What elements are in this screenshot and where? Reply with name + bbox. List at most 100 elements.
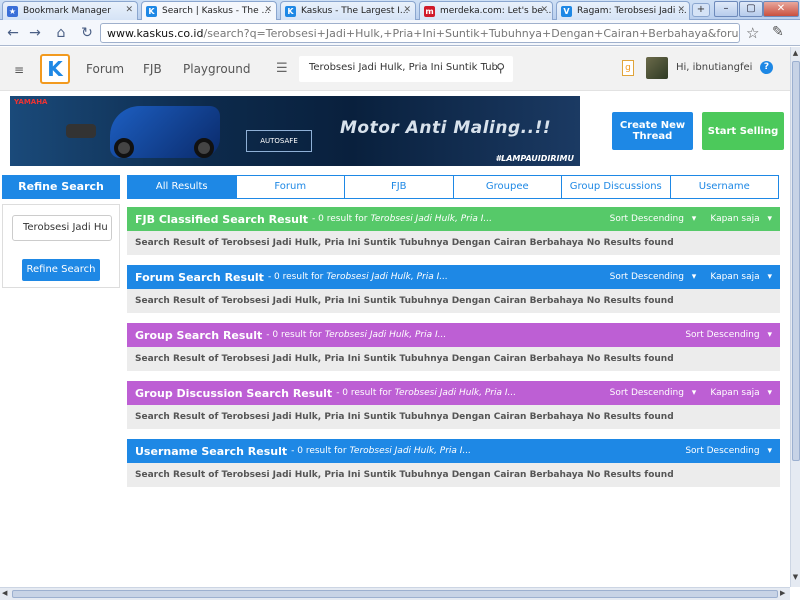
vivanews-icon: V (561, 6, 572, 17)
tab-all-results[interactable]: All Results (128, 176, 237, 198)
site-search-input[interactable]: Terobsesi Jadi Hulk, Pria Ini Suntik Tub… (299, 56, 513, 82)
tab-title: merdeka.com: Let's be ... (440, 6, 553, 16)
browser-tab-merdeka[interactable]: m merdeka.com: Let's be ... ✕ (419, 1, 553, 20)
tab-group-discussions[interactable]: Group Discussions (562, 176, 671, 198)
scroll-down-icon[interactable]: ▼ (791, 573, 800, 583)
minimize-button[interactable]: – (714, 1, 738, 17)
banner-hashtag: #LAMPAUIDIRIMU (495, 154, 574, 163)
close-tab-icon[interactable]: ✕ (403, 5, 411, 15)
close-window-button[interactable]: ✕ (763, 1, 799, 17)
close-tab-icon[interactable]: ✕ (125, 5, 133, 15)
scroll-thumb[interactable] (792, 61, 800, 461)
browser-tab-bookmark-manager[interactable]: ★ Bookmark Manager ✕ (2, 1, 138, 20)
home-button[interactable]: ⌂ (52, 24, 70, 42)
time-dropdown[interactable]: Kapan saja (710, 214, 772, 224)
tab-fjb[interactable]: FJB (345, 176, 454, 198)
group-results-section: Group Search Result - 0 result for Terob… (127, 323, 780, 371)
notification-icon[interactable]: g (622, 60, 634, 76)
result-query: Terobsesi Jadi Hulk, Pria I... (394, 388, 517, 398)
help-icon[interactable]: ? (760, 61, 773, 74)
close-tab-icon[interactable]: ✕ (540, 5, 548, 15)
forum-results-section: Forum Search Result - 0 result for Terob… (127, 265, 780, 313)
tab-forum[interactable]: Forum (236, 176, 345, 198)
section-message: Search Result of Terobsesi Jadi Hulk, Pr… (127, 463, 780, 487)
site-header: ≡ K Forum FJB Playground ☰ Terobsesi Jad… (0, 47, 790, 91)
result-query: Terobsesi Jadi Hulk, Pria I... (324, 330, 447, 340)
scooter-wheel (114, 138, 134, 158)
scroll-up-icon[interactable]: ▲ (791, 49, 800, 59)
section-header: FJB Classified Search Result - 0 result … (127, 207, 780, 231)
nav-playground[interactable]: Playground (183, 62, 250, 76)
refine-search-panel: Terobsesi Jadi Hu Refine Search (2, 204, 120, 288)
sort-dropdown[interactable]: Sort Descending (685, 330, 772, 340)
url-host: www.kaskus.co.id (107, 27, 204, 40)
start-selling-button[interactable]: Start Selling (702, 112, 784, 150)
back-button[interactable]: ← (4, 24, 22, 42)
section-title: FJB Classified Search Result (135, 212, 309, 226)
tab-title: Kaskus - The Largest I... (301, 6, 409, 16)
search-icon[interactable]: ⚲ (496, 61, 505, 75)
new-tab-button[interactable]: + (692, 3, 710, 17)
result-count: - 0 result for (336, 388, 392, 398)
result-count: - 0 result for (266, 330, 322, 340)
sort-dropdown[interactable]: Sort Descending (610, 214, 697, 224)
browser-toolbar: ← → ⌂ ↻ www.kaskus.co.id/search?q=Terobs… (0, 20, 800, 46)
result-query: Terobsesi Jadi Hulk, Pria I... (349, 446, 472, 456)
vertical-scrollbar[interactable]: ▲ ▼ (790, 47, 800, 587)
tab-username[interactable]: Username (670, 176, 778, 198)
menu-icon[interactable]: ≡ (14, 63, 24, 77)
section-message: Search Result of Terobsesi Jadi Hulk, Pr… (127, 347, 780, 371)
search-value: Terobsesi Jadi Hulk, Pria Ini Suntik Tub (309, 62, 498, 73)
browser-tab-kaskus-largest[interactable]: K Kaskus - The Largest I... ✕ (280, 1, 416, 20)
close-tab-icon[interactable]: ✕ (264, 5, 272, 15)
address-bar[interactable]: www.kaskus.co.id/search?q=Terobsesi+Jadi… (100, 23, 740, 43)
wrench-menu-icon[interactable]: ✎ (772, 24, 784, 40)
kaskus-logo[interactable]: K (40, 54, 70, 84)
create-new-thread-button[interactable]: Create New Thread (612, 112, 693, 150)
horizontal-scrollbar[interactable]: ◀ ▶ (0, 587, 790, 600)
avatar[interactable] (646, 57, 668, 79)
maximize-button[interactable]: ▢ (739, 1, 763, 17)
refine-search-title: Refine Search (2, 175, 120, 199)
kaskus-icon: K (146, 6, 157, 17)
banner-slogan: Motor Anti Maling..!! (340, 118, 552, 138)
user-greeting[interactable]: Hi, ibnutiangfei (676, 62, 752, 73)
sort-dropdown[interactable]: Sort Descending (610, 272, 697, 282)
browser-tab-ragam[interactable]: V Ragam: Terobsesi Jadi ... ✕ (556, 1, 690, 20)
refine-search-button[interactable]: Refine Search (22, 259, 100, 281)
section-message: Search Result of Terobsesi Jadi Hulk, Pr… (127, 289, 780, 313)
result-count: - 0 result for (312, 214, 368, 224)
time-dropdown[interactable]: Kapan saja (710, 272, 772, 282)
scroll-thumb[interactable] (12, 590, 778, 598)
section-header: Group Search Result - 0 result for Terob… (127, 323, 780, 347)
reload-button[interactable]: ↻ (78, 24, 96, 42)
section-message: Search Result of Terobsesi Jadi Hulk, Pr… (127, 231, 780, 255)
result-count: - 0 result for (291, 446, 347, 456)
bookmark-star-icon[interactable]: ☆ (746, 24, 759, 42)
scroll-right-icon[interactable]: ▶ (780, 589, 785, 597)
tab-groupee[interactable]: Groupee (453, 176, 562, 198)
result-count: - 0 result for (267, 272, 324, 282)
ad-banner[interactable]: YAMAHA AUTOSAFE Motor Anti Maling..!! #L… (10, 96, 580, 166)
section-header: Forum Search Result - 0 result for Terob… (127, 265, 780, 289)
remote-key-image (66, 124, 96, 138)
section-header: Group Discussion Search Result - 0 resul… (127, 381, 780, 405)
forward-button[interactable]: → (26, 24, 44, 42)
result-query: Terobsesi Jadi Hulk, Pria I... (370, 214, 492, 224)
sort-dropdown[interactable]: Sort Descending (685, 446, 772, 456)
close-tab-icon[interactable]: ✕ (677, 5, 685, 15)
browser-tab-search-kaskus[interactable]: K Search | Kaskus - The ... ✕ (141, 1, 277, 21)
refine-search-input[interactable]: Terobsesi Jadi Hu (12, 215, 112, 241)
scooter-wheel (194, 138, 214, 158)
sort-dropdown[interactable]: Sort Descending (610, 388, 697, 398)
tab-title: Search | Kaskus - The ... (162, 6, 271, 16)
section-title: Forum Search Result (135, 270, 264, 284)
time-dropdown[interactable]: Kapan saja (710, 388, 772, 398)
nav-forum[interactable]: Forum (86, 62, 124, 76)
search-menu-icon[interactable]: ☰ (276, 61, 288, 76)
scroll-left-icon[interactable]: ◀ (2, 589, 7, 597)
section-message: Search Result of Terobsesi Jadi Hulk, Pr… (127, 405, 780, 429)
url-path: /search?q=Terobsesi+Jadi+Hulk,+Pria+Ini+… (203, 27, 740, 40)
nav-fjb[interactable]: FJB (143, 62, 162, 76)
group-discussion-results-section: Group Discussion Search Result - 0 resul… (127, 381, 780, 429)
